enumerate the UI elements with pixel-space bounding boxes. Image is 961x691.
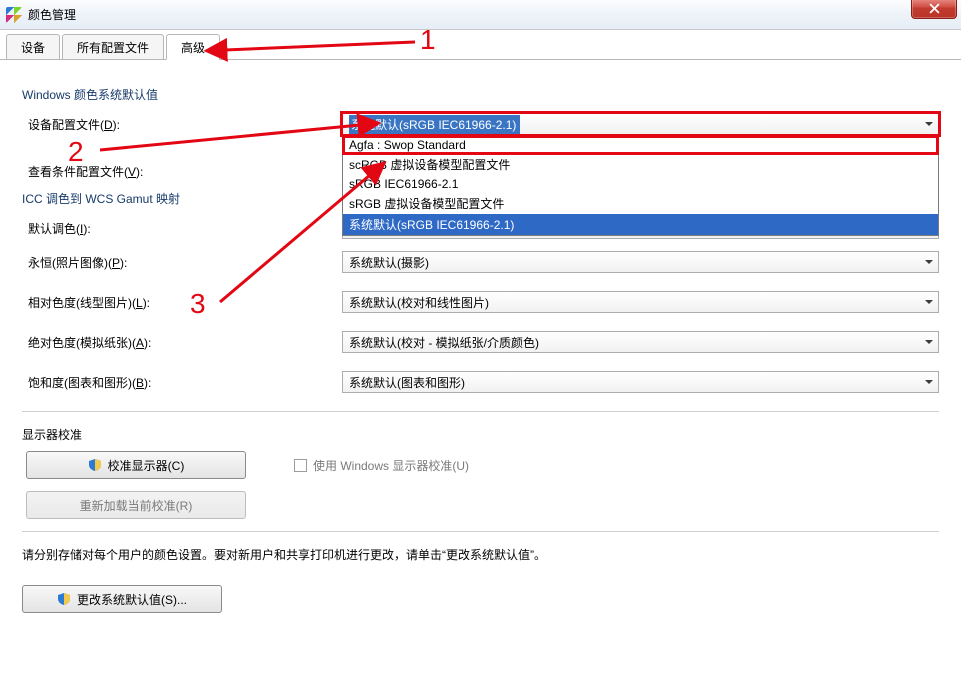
dropdown-option[interactable]: scRGB 虚拟设备模型配置文件: [343, 154, 938, 175]
tab-devices[interactable]: 设备: [6, 34, 60, 60]
tab-strip: 设备 所有配置文件 高级: [0, 34, 961, 60]
row-device-profile: 设备配置文件(D): 系统默认(sRGB IEC61966-2.1) Agfa …: [22, 113, 939, 135]
row-reload: 重新加载当前校准(R): [26, 491, 939, 519]
combo-device-profile[interactable]: 系统默认(sRGB IEC61966-2.1): [342, 113, 939, 135]
close-icon: [929, 3, 940, 14]
chevron-down-icon: [920, 372, 938, 392]
annotation-3: 3: [190, 288, 206, 320]
calibrate-display-button[interactable]: 校准显示器(C): [26, 451, 246, 479]
panel-advanced: Windows 颜色系统默认值 设备配置文件(D): 系统默认(sRGB IEC…: [0, 60, 961, 623]
label-perceptual: 永恒(照片图像)(P):: [22, 254, 342, 271]
dropdown-option[interactable]: sRGB 虚拟设备模型配置文件: [343, 193, 938, 214]
label-saturation: 饱和度(图表和图形)(B):: [22, 374, 342, 391]
divider: [22, 531, 939, 532]
row-perceptual: 永恒(照片图像)(P): 系统默认(摄影): [22, 251, 939, 273]
close-button[interactable]: [911, 0, 957, 19]
row-calibrate: 校准显示器(C) 使用 Windows 显示器校准(U): [26, 451, 939, 479]
chevron-down-icon: [920, 252, 938, 272]
dropdown-option[interactable]: 系统默认(sRGB IEC61966-2.1): [343, 214, 938, 235]
label-device-profile: 设备配置文件(D):: [22, 116, 342, 133]
label-default-rendering: 默认调色(I):: [22, 220, 342, 237]
shield-icon: [88, 458, 102, 472]
app-icon: [6, 7, 22, 23]
label-absolute: 绝对色度(模拟纸张)(A):: [22, 334, 342, 351]
tab-all-profiles[interactable]: 所有配置文件: [62, 34, 164, 60]
chevron-down-icon: [920, 332, 938, 352]
checkbox-icon: [294, 459, 307, 472]
dropdown-option[interactable]: Agfa : Swop Standard: [343, 136, 938, 154]
titlebar: 颜色管理: [0, 0, 961, 30]
annotation-2: 2: [68, 136, 84, 168]
combo-saturation[interactable]: 系统默认(图表和图形): [342, 371, 939, 393]
change-system-defaults-button[interactable]: 更改系统默认值(S)...: [22, 585, 222, 613]
use-windows-calibration-checkbox[interactable]: 使用 Windows 显示器校准(U): [294, 457, 469, 474]
section-display-calibration: 显示器校准: [22, 426, 939, 443]
row-relative: 相对色度(线型图片)(L): 系统默认(校对和线性图片): [22, 291, 939, 313]
reload-calibration-button[interactable]: 重新加载当前校准(R): [26, 491, 246, 519]
tab-advanced[interactable]: 高级: [166, 34, 220, 60]
label-relative: 相对色度(线型图片)(L):: [22, 294, 342, 311]
window-title: 颜色管理: [28, 6, 76, 23]
note-text: 请分别存储对每个用户的颜色设置。要对新用户和共享打印机进行更改，请单击“更改系统…: [22, 546, 939, 563]
chevron-down-icon: [920, 114, 938, 134]
section-windows-defaults: Windows 颜色系统默认值: [22, 86, 939, 103]
row-absolute: 绝对色度(模拟纸张)(A): 系统默认(校对 - 模拟纸张/介质颜色): [22, 331, 939, 353]
chevron-down-icon: [920, 292, 938, 312]
annotation-1: 1: [420, 24, 436, 56]
row-saturation: 饱和度(图表和图形)(B): 系统默认(图表和图形): [22, 371, 939, 393]
shield-icon: [57, 592, 71, 606]
combo-relative[interactable]: 系统默认(校对和线性图片): [342, 291, 939, 313]
dropdown-option[interactable]: sRGB IEC61966-2.1: [343, 175, 938, 193]
dropdown-device-profile: Agfa : Swop Standard scRGB 虚拟设备模型配置文件 sR…: [342, 135, 939, 236]
combo-absolute[interactable]: 系统默认(校对 - 模拟纸张/介质颜色): [342, 331, 939, 353]
combo-perceptual[interactable]: 系统默认(摄影): [342, 251, 939, 273]
divider: [22, 411, 939, 412]
